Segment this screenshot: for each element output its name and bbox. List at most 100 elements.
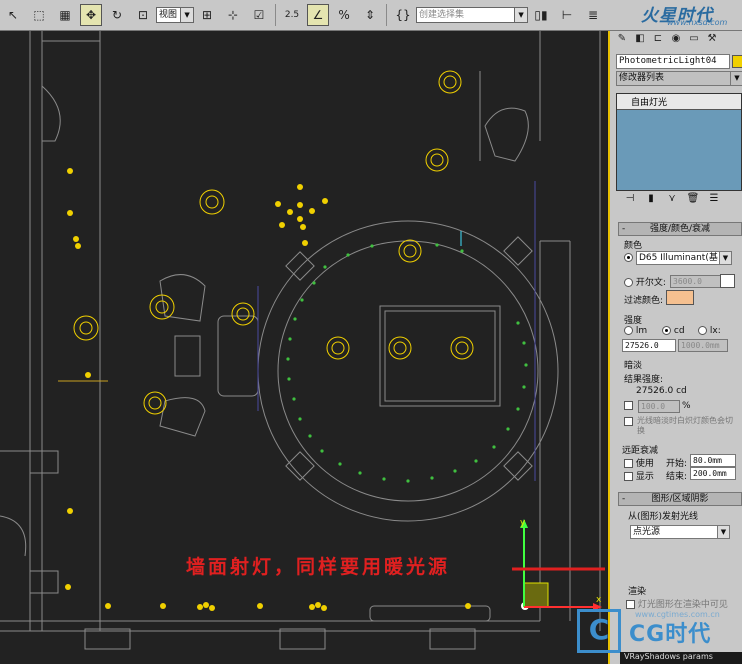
emit-from-label: 从(图形)发射光线 bbox=[628, 512, 699, 522]
ring-light bbox=[312, 281, 316, 285]
photometric-light bbox=[199, 189, 225, 215]
scale-icon[interactable]: ⊡ bbox=[132, 4, 154, 26]
rollout-intensity-header[interactable]: - 强度/颜色/衰减 bbox=[618, 222, 742, 236]
photometric-light bbox=[388, 336, 412, 360]
move-icon[interactable]: ✥ bbox=[80, 4, 102, 26]
modify-tab-icon[interactable]: ◧ bbox=[632, 33, 648, 47]
center-table-inner bbox=[384, 310, 496, 402]
rollout-shape-header[interactable]: - 图形/区域阴影 bbox=[618, 492, 742, 506]
ring-light bbox=[382, 477, 386, 481]
kelvin-radio[interactable] bbox=[624, 278, 633, 287]
incandescent-checkbox[interactable] bbox=[624, 417, 633, 426]
door-swing bbox=[0, 515, 27, 557]
rotate-icon[interactable]: ↻ bbox=[106, 4, 128, 26]
ring-light bbox=[460, 249, 464, 253]
ring-light bbox=[358, 471, 362, 475]
show-end-result-icon[interactable]: ▮ bbox=[643, 193, 659, 207]
vray-shadows-rollout[interactable]: VRayShadows params bbox=[620, 652, 742, 664]
spot-light bbox=[297, 216, 303, 222]
color-preset-dropdown[interactable]: D65 Illuminant(基 ▼ bbox=[636, 251, 732, 265]
incandescent-row bbox=[624, 417, 633, 427]
chevron-down-icon: ▼ bbox=[719, 252, 731, 264]
gizmo-plane-handle bbox=[523, 582, 549, 608]
chevron-down-icon: ▼ bbox=[180, 8, 194, 22]
mirror-icon[interactable]: ▯▮ bbox=[530, 4, 552, 26]
snap-toggle-icon[interactable]: 2.5 bbox=[281, 4, 303, 26]
dim-percent-checkbox[interactable] bbox=[624, 401, 633, 410]
end-field[interactable]: 200.0mm bbox=[690, 467, 736, 480]
start-field[interactable]: 80.0mm bbox=[690, 454, 736, 467]
chevron-down-icon: ▼ bbox=[717, 526, 729, 538]
spot-light bbox=[67, 210, 73, 216]
dim-percent-field[interactable]: 100.0 bbox=[638, 400, 680, 413]
spinner-snap-icon[interactable]: ⇕ bbox=[359, 4, 381, 26]
cgtimes-watermark: C www.cgtimes.com.cn CG时代 bbox=[575, 606, 742, 653]
align-icon[interactable]: ⊢ bbox=[556, 4, 578, 26]
display-tab-icon[interactable]: ▭ bbox=[686, 33, 702, 47]
ring-light bbox=[300, 298, 304, 302]
object-name-field[interactable]: PhotometricLight04 bbox=[616, 54, 730, 69]
object-color-swatch[interactable] bbox=[732, 55, 742, 68]
keyboard-shortcut-icon[interactable]: ☑ bbox=[248, 4, 270, 26]
percent-snap-icon[interactable]: % bbox=[333, 4, 355, 26]
named-selection-select[interactable]: 创建选择集 ▼ bbox=[416, 7, 529, 23]
filter-color-swatch[interactable] bbox=[666, 290, 694, 305]
motion-tab-icon[interactable]: ◉ bbox=[668, 33, 684, 47]
photometric-light bbox=[143, 391, 167, 415]
show-label: 显示 bbox=[635, 472, 654, 482]
show-checkbox[interactable] bbox=[624, 472, 633, 481]
window-crossing-icon[interactable]: ▦ bbox=[54, 4, 76, 26]
select-arrow-icon[interactable]: ↖ bbox=[2, 4, 24, 26]
make-unique-icon[interactable]: ⋎ bbox=[664, 193, 680, 207]
configure-sets-icon[interactable]: ☰ bbox=[706, 193, 722, 207]
unit-lm-radio[interactable] bbox=[624, 326, 633, 335]
rollout-shape-title: 图形/区域阴影 bbox=[651, 494, 709, 504]
utilities-tab-icon[interactable]: ⚒ bbox=[704, 33, 720, 47]
dim-percent-row bbox=[624, 401, 633, 411]
command-panel-tabs: ✎ ◧ ⊏ ◉ ▭ ⚒ bbox=[610, 31, 742, 49]
top-viewport[interactable]: y x 墙面射灯，同样要用暖光源 bbox=[0, 31, 607, 664]
manipulate-icon[interactable]: ⊹ bbox=[222, 4, 244, 26]
round-room-outer bbox=[257, 220, 559, 522]
color-preset-value: D65 Illuminant(基 bbox=[639, 253, 718, 263]
spot-light bbox=[75, 243, 81, 249]
door-swing bbox=[41, 85, 61, 142]
create-tab-icon[interactable]: ✎ bbox=[614, 33, 630, 47]
reference-coord-select[interactable]: 视图 ▼ bbox=[156, 7, 195, 23]
unit-cd-radio[interactable] bbox=[662, 326, 671, 335]
round-room-inner bbox=[277, 240, 539, 502]
kelvin-field[interactable]: 3600.0 bbox=[670, 275, 722, 288]
kelvin-color-swatch[interactable] bbox=[720, 274, 735, 288]
use-checkbox[interactable] bbox=[624, 459, 633, 468]
pivot-icon[interactable]: ⊞ bbox=[196, 4, 218, 26]
spot-light bbox=[275, 201, 281, 207]
edit-named-selection-icon[interactable]: {} bbox=[392, 4, 414, 26]
shape-dropdown[interactable]: 点光源 ▼ bbox=[630, 525, 730, 539]
remove-modifier-icon[interactable]: 🗑 bbox=[685, 193, 701, 207]
stack-item-free-light[interactable]: 自由灯光 bbox=[617, 94, 741, 110]
hierarchy-tab-icon[interactable]: ⊏ bbox=[650, 33, 666, 47]
watermark-brand: CG时代 bbox=[629, 622, 712, 647]
rollout-intensity-title: 强度/颜色/衰减 bbox=[649, 224, 711, 234]
result-intensity-label: 结果强度: bbox=[624, 375, 664, 385]
logo-url: www.hxsd.com bbox=[667, 18, 728, 27]
unit-cd-label: cd bbox=[673, 326, 685, 336]
intensity-value-field[interactable]: 27526.0 bbox=[622, 339, 676, 352]
modifier-list-dropdown[interactable]: 修改器列表 ▼ bbox=[616, 71, 742, 86]
dimming-label: 暗淡 bbox=[624, 361, 643, 371]
unit-lx-radio[interactable] bbox=[698, 326, 707, 335]
distance-field[interactable]: 1000.0mm bbox=[678, 339, 728, 352]
angle-snap-icon[interactable]: ∠ bbox=[307, 4, 330, 26]
spot-light bbox=[209, 605, 215, 611]
incandescent-label: 光线暗淡时白炽灯颜色会切换 bbox=[637, 416, 733, 435]
select-region-icon[interactable]: ⬚ bbox=[28, 4, 50, 26]
modifier-stack: 自由灯光 bbox=[616, 93, 742, 191]
layers-icon[interactable]: ≣ bbox=[582, 4, 604, 26]
spot-light bbox=[85, 372, 91, 378]
pin-stack-icon[interactable]: ⊣ bbox=[622, 193, 638, 207]
start-label: 开始: bbox=[666, 459, 688, 469]
photometric-light bbox=[149, 294, 175, 320]
color-preset-radio[interactable] bbox=[624, 253, 633, 262]
center-table bbox=[379, 305, 501, 407]
ring-light bbox=[406, 479, 410, 483]
